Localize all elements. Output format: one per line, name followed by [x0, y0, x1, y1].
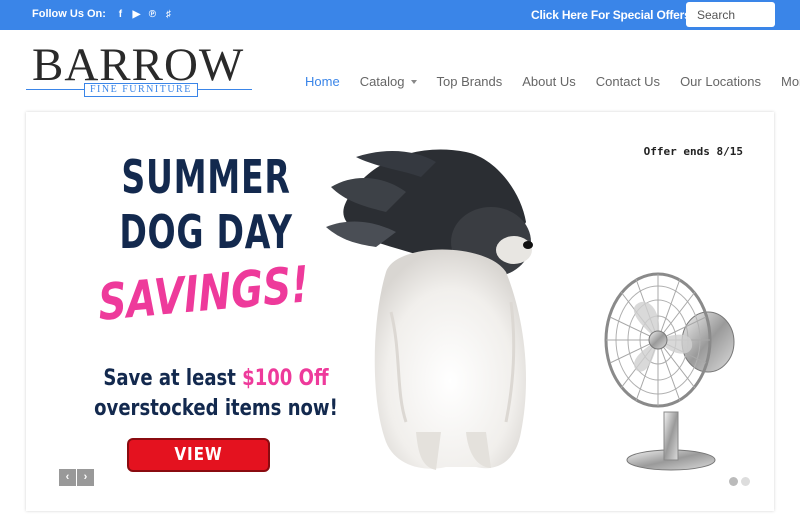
save-line-2: overstocked items now! [94, 396, 338, 421]
hero-slider: Offer ends 8/15 SUMMER DOG DAY SAVINGS! … [26, 112, 774, 511]
social-links: f ▶ ℗ ♯ [116, 9, 173, 20]
logo[interactable]: BARROW FINE FURNITURE [26, 42, 252, 98]
headline-line-1: SUMMER [121, 150, 291, 204]
chevron-down-icon [410, 79, 417, 84]
facebook-icon[interactable]: f [116, 9, 125, 20]
dog-image [326, 149, 533, 470]
nav-catalog[interactable]: Catalog [350, 74, 427, 89]
nav-top-brands[interactable]: Top Brands [427, 74, 513, 89]
follow-us: Follow Us On: f ▶ ℗ ♯ [32, 8, 173, 20]
banner-headline: SUMMER DOG DAY [112, 150, 299, 260]
headline-line-2: DOG DAY [119, 205, 293, 259]
main-nav: Home Catalog Top Brands About Us Contact… [295, 74, 800, 89]
nav-home[interactable]: Home [295, 74, 350, 89]
youtube-icon[interactable]: ▶ [132, 9, 141, 20]
houzz-icon[interactable]: ♯ [164, 9, 173, 20]
slider-prev-button[interactable]: ‹ [59, 469, 76, 486]
fan-image [604, 272, 735, 471]
nav-about-us[interactable]: About Us [512, 74, 585, 89]
site-header: BARROW FINE FURNITURE Home Catalog Top B… [0, 30, 800, 112]
offer-ends-text: Offer ends 8/15 [643, 145, 743, 158]
slider-dots [729, 477, 750, 486]
slider-dot-1[interactable] [729, 477, 738, 486]
nav-contact-us[interactable]: Contact Us [586, 74, 670, 89]
savings-text: SAVINGS! [96, 255, 311, 332]
slider-arrows: ‹ › [59, 469, 94, 486]
follow-label: Follow Us On: [32, 8, 106, 20]
pinterest-icon[interactable]: ℗ [148, 9, 157, 20]
nav-more[interactable]: More [771, 74, 800, 89]
slider-dot-2[interactable] [741, 477, 750, 486]
save-prefix: Save at least [103, 366, 243, 391]
save-amount: $100 Off [242, 366, 329, 391]
top-bar: Follow Us On: f ▶ ℗ ♯ Click Here For Spe… [0, 0, 800, 30]
search-input[interactable] [686, 2, 775, 27]
slider-next-button[interactable]: › [77, 469, 94, 486]
view-details-button[interactable]: VIEW DETAILS [127, 438, 270, 495]
logo-subtitle: FINE FURNITURE [84, 83, 198, 97]
logo-name: BARROW [32, 39, 245, 91]
save-text: Save at least $100 Off overstocked items… [81, 364, 352, 424]
nav-our-locations[interactable]: Our Locations [670, 74, 771, 89]
special-offers-link[interactable]: Click Here For Special Offers [531, 8, 691, 22]
